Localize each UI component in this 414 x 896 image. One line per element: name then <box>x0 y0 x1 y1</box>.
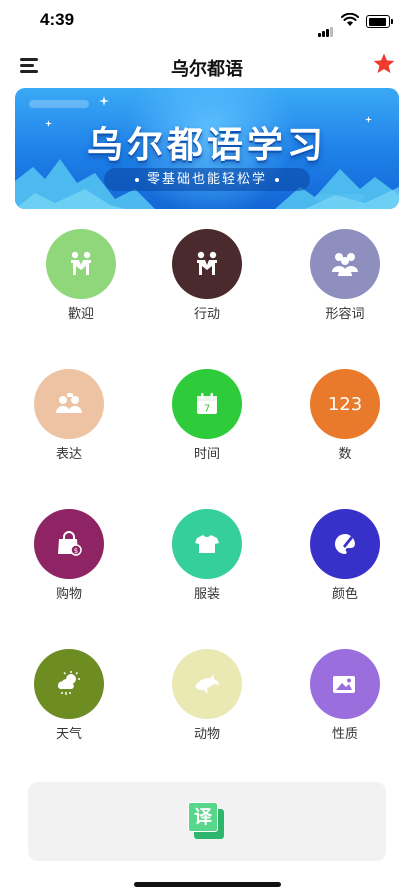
signal-icon <box>318 18 334 37</box>
banner-title: 乌尔都语学习 <box>86 125 327 166</box>
sparkle-icon <box>99 96 109 106</box>
category-circle <box>310 509 380 579</box>
chat-people-icon <box>56 393 82 413</box>
category-label: 时间 <box>193 447 220 462</box>
shopping-bag-icon: $ <box>58 531 82 556</box>
dolphin-icon <box>195 674 219 694</box>
category-circle <box>172 509 242 579</box>
category-property[interactable]: 性质 <box>290 649 400 759</box>
category-animal[interactable]: 动物 <box>152 649 262 759</box>
category-label: 天气 <box>55 727 82 742</box>
tshirt-icon <box>195 535 219 553</box>
category-adjective[interactable]: 形容词 <box>290 229 400 339</box>
home-indicator[interactable] <box>134 882 281 887</box>
calendar-icon: 7 <box>197 393 217 415</box>
banner-subtitle-pill: 零基础也能轻松学 <box>104 168 310 191</box>
battery-icon <box>366 15 393 28</box>
category-label: 歡迎 <box>67 307 94 322</box>
translate-icon: 译 <box>188 802 226 842</box>
category-circle: 7 <box>172 369 242 439</box>
two-people-icon <box>197 251 217 275</box>
category-label: 性质 <box>331 727 358 742</box>
category-label: 数 <box>338 447 352 462</box>
category-expression[interactable]: 表达 <box>14 369 124 479</box>
hero-banner[interactable]: 乌尔都语学习 零基础也能轻松学 <box>15 88 399 209</box>
banner-subtitle: 零基础也能轻松学 <box>146 172 267 187</box>
category-time[interactable]: 7 时间 <box>152 369 262 479</box>
category-circle <box>310 229 380 299</box>
category-numbers[interactable]: 123 数 <box>290 369 400 479</box>
category-weather[interactable]: 天气 <box>14 649 124 759</box>
wifi-icon <box>341 13 359 26</box>
category-circle: 123 <box>310 369 380 439</box>
status-time: 4:39 <box>40 10 75 29</box>
status-bar: 4:39 <box>0 0 414 44</box>
category-label: 购物 <box>55 587 82 602</box>
category-circle <box>34 649 104 719</box>
translate-button[interactable]: 译 <box>28 782 386 861</box>
category-circle <box>172 229 242 299</box>
translate-icon-text: 译 <box>188 802 218 832</box>
page-title: 乌尔都语 <box>171 59 243 80</box>
picture-icon <box>333 676 355 693</box>
category-circle <box>172 649 242 719</box>
category-clothing[interactable]: 服装 <box>152 509 262 619</box>
category-label: 动物 <box>193 727 220 742</box>
nav-bar: 乌尔都语 <box>0 44 414 88</box>
category-circle <box>34 369 104 439</box>
category-color[interactable]: 颜色 <box>290 509 400 619</box>
category-label: 服装 <box>193 587 220 602</box>
palette-icon <box>335 534 355 554</box>
category-label: 行动 <box>193 307 220 322</box>
category-label: 表达 <box>55 447 82 462</box>
group-icon <box>332 253 358 276</box>
weather-icon <box>57 671 80 695</box>
svg-text:$: $ <box>74 547 78 555</box>
category-label: 形容词 <box>325 307 365 322</box>
star-icon[interactable] <box>372 52 396 76</box>
calendar-day: 7 <box>204 404 210 415</box>
numbers-icon: 123 <box>328 394 362 415</box>
numbers-text: 123 <box>328 394 362 415</box>
handshake-icon <box>71 251 91 275</box>
category-welcome[interactable]: 歡迎 <box>26 229 136 339</box>
category-circle: $ <box>34 509 104 579</box>
category-action[interactable]: 行动 <box>152 229 262 339</box>
category-circle <box>310 649 380 719</box>
category-label: 颜色 <box>331 587 358 602</box>
category-circle <box>46 229 116 299</box>
category-shopping[interactable]: $ 购物 <box>14 509 124 619</box>
